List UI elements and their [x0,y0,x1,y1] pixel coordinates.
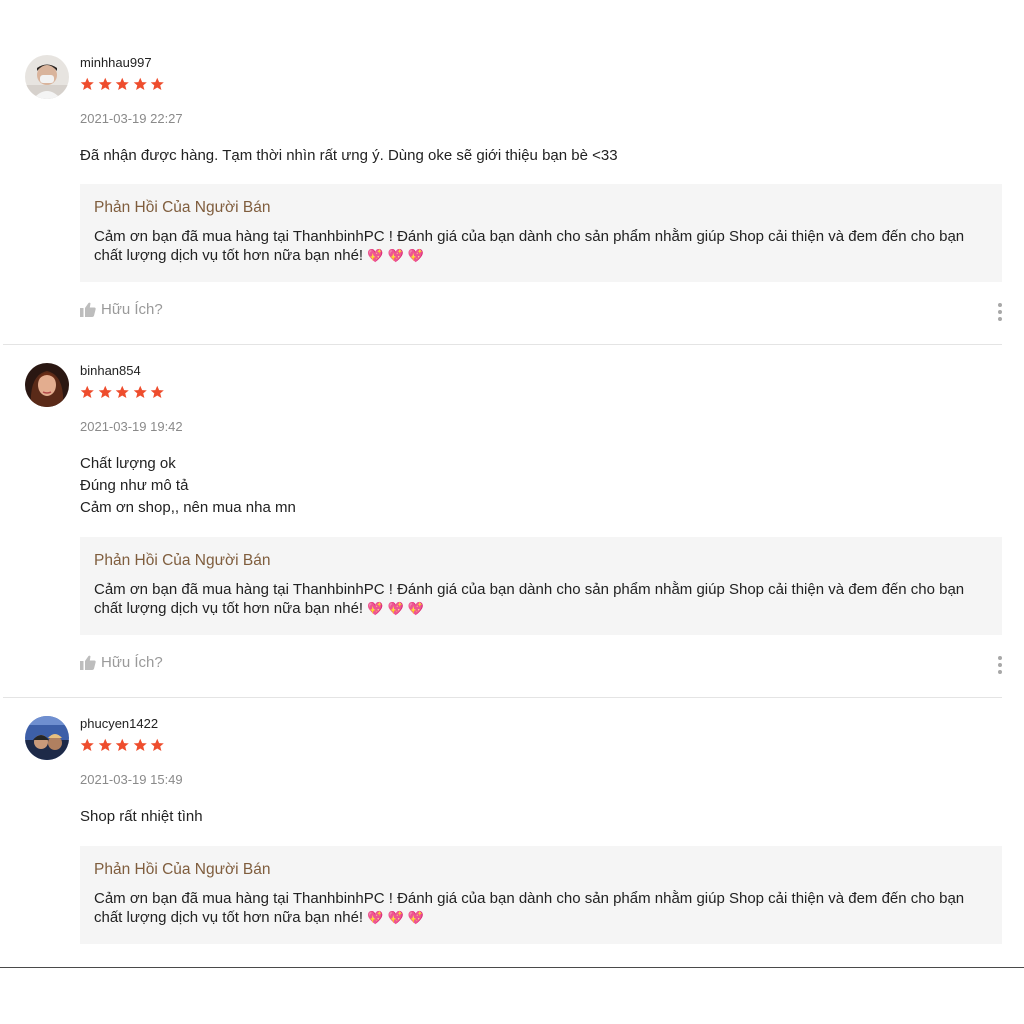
star-icon [150,77,165,92]
more-vertical-icon [993,302,1007,322]
review-divider [3,344,1002,345]
seller-reply-body: Cảm ơn bạn đã mua hàng tại ThanhbinhPC !… [94,581,965,617]
reviews-list: minhhau997 2021-03-19 22:27 Đã nhận được… [0,0,1024,967]
review-comment: Shop rất nhiệt tình [80,806,203,828]
heart-emojis: 💖💖💖 [367,909,428,925]
comment-line: Đã nhận được hàng. Tạm thời nhìn rất ưng… [80,147,618,164]
seller-reply: Phản Hồi Của Người Bán Cảm ơn bạn đã mua… [80,537,1002,635]
star-icon [98,77,113,92]
helpful-button[interactable]: Hữu Ích? [80,654,163,671]
star-rating [80,738,165,754]
heart-emojis: 💖💖💖 [367,600,428,616]
review-item: minhhau997 2021-03-19 22:27 Đã nhận được… [0,55,1024,345]
more-options-button[interactable] [993,302,1007,322]
seller-reply: Phản Hồi Của Người Bán Cảm ơn bạn đã mua… [80,184,1002,282]
more-vertical-icon [993,655,1007,675]
seller-reply-text: Cảm ơn bạn đã mua hàng tại ThanhbinhPC !… [94,581,974,618]
review-timestamp: 2021-03-19 22:27 [80,111,183,126]
star-icon [98,738,113,753]
thumbs-up-icon [80,302,96,317]
seller-reply-text: Cảm ơn bạn đã mua hàng tại ThanhbinhPC !… [94,228,974,265]
comment-line: Cảm ơn shop,, nên mua nha mn [80,499,296,516]
heart-emojis: 💖💖💖 [367,247,428,263]
bottom-border [0,967,1024,968]
helpful-label: Hữu Ích? [101,654,163,671]
star-icon [80,77,95,92]
username[interactable]: binhan854 [80,363,141,379]
star-icon [115,385,130,400]
star-icon [150,385,165,400]
avatar[interactable] [25,716,69,760]
star-icon [98,385,113,400]
seller-reply-title: Phản Hồi Của Người Bán [94,199,271,216]
avatar[interactable] [25,55,69,99]
thumbs-up-icon [80,655,96,670]
star-icon [133,385,148,400]
helpful-label: Hữu Ích? [101,301,163,318]
comment-line: Đúng như mô tả [80,477,189,494]
comment-line: Chất lượng ok [80,455,176,472]
review-timestamp: 2021-03-19 15:49 [80,772,183,787]
star-icon [115,77,130,92]
helpful-button[interactable]: Hữu Ích? [80,301,163,318]
review-divider [3,697,1002,698]
seller-reply-body: Cảm ơn bạn đã mua hàng tại ThanhbinhPC !… [94,890,965,926]
star-rating [80,77,165,93]
star-rating [80,385,165,401]
star-icon [80,738,95,753]
seller-reply: Phản Hồi Của Người Bán Cảm ơn bạn đã mua… [80,846,1002,944]
star-icon [133,77,148,92]
star-icon [150,738,165,753]
comment-line: Shop rất nhiệt tình [80,808,203,825]
star-icon [80,385,95,400]
review-item: phucyen1422 2021-03-19 15:49 Shop rất nh… [0,716,1024,967]
review-timestamp: 2021-03-19 19:42 [80,419,183,434]
seller-reply-title: Phản Hồi Của Người Bán [94,552,271,569]
review-comment: Chất lượng ok Đúng như mô tả Cảm ơn shop… [80,453,296,519]
review-item: binhan854 2021-03-19 19:42 Chất lượng ok… [0,363,1024,698]
username[interactable]: minhhau997 [80,55,152,71]
more-options-button[interactable] [993,655,1007,675]
username[interactable]: phucyen1422 [80,716,158,732]
star-icon [133,738,148,753]
review-comment: Đã nhận được hàng. Tạm thời nhìn rất ưng… [80,145,618,167]
seller-reply-body: Cảm ơn bạn đã mua hàng tại ThanhbinhPC !… [94,228,965,264]
seller-reply-text: Cảm ơn bạn đã mua hàng tại ThanhbinhPC !… [94,890,974,927]
avatar[interactable] [25,363,69,407]
star-icon [115,738,130,753]
seller-reply-title: Phản Hồi Của Người Bán [94,861,271,878]
